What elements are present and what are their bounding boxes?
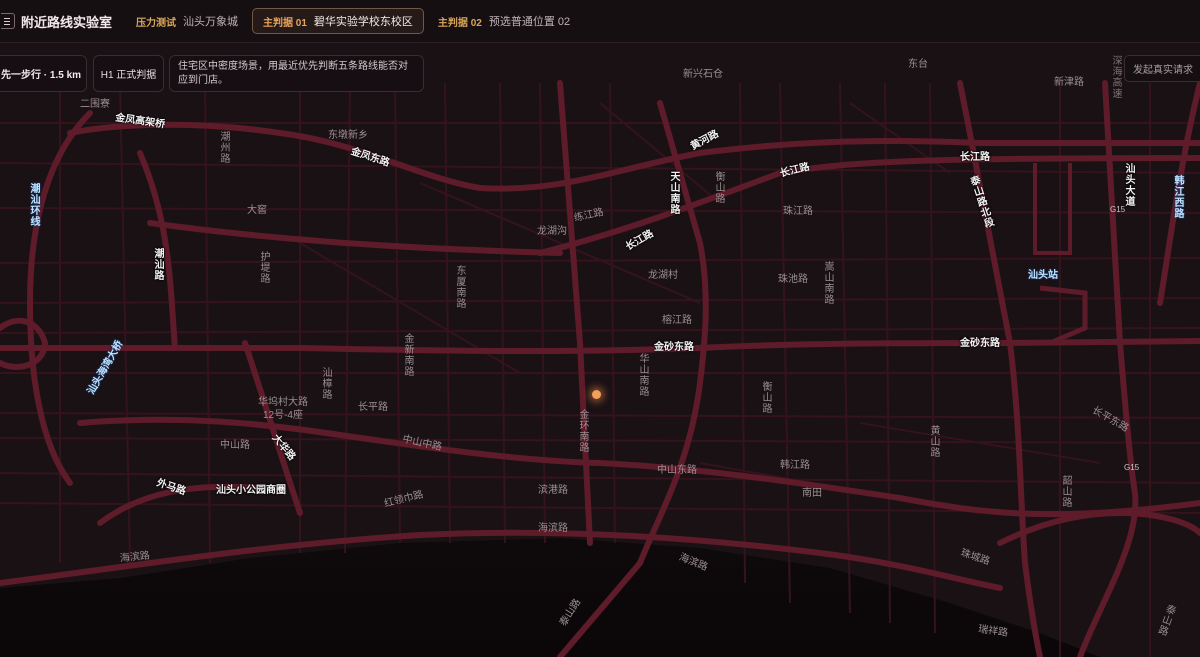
request-button[interactable]: 发起真实请求 (1124, 55, 1200, 82)
label-huashan: 华山南路 (637, 353, 648, 397)
label-dagan: 大窖 (247, 205, 267, 216)
label-changping: 长平路 (358, 402, 388, 413)
label-huyang: 护堤路 (258, 251, 269, 284)
label-dongdun: 东墩新乡 (328, 130, 368, 141)
label-g15-b: G15 (1124, 463, 1140, 472)
label-huangshan: 黄山路 (928, 425, 939, 458)
label-longhugou: 龙湖沟 (537, 226, 567, 237)
label-rongjiang: 榕江路 (662, 315, 692, 326)
label-shenhai: 深海高速 (1110, 55, 1121, 99)
label-dongxia: 东厦南路 (454, 265, 465, 309)
walk-mode-chip[interactable]: 先一步行 · 1.5 km (0, 55, 87, 92)
label-zhongshan: 中山路 (220, 440, 250, 451)
label-zhongshan-east: 中山东路 (657, 465, 697, 476)
label-chaoshan-n: 潮州路 (218, 131, 229, 164)
label-jinxin: 金新南路 (402, 333, 413, 377)
label-tianshan-bridge: 汕头大道 (1123, 163, 1134, 207)
label-tianshan: 天山南路 (668, 171, 679, 215)
chip-value-01: 碧华实验学校东校区 (313, 16, 413, 28)
label-ertu: 二围寮 (80, 99, 110, 110)
chip-value-stress[interactable]: 汕头万象城 (183, 13, 238, 29)
label-chaoshan-hw: 潮汕环线 (28, 183, 39, 227)
label-shantou-station: 汕头站 (1028, 270, 1058, 281)
label-jinhuan: 金环南路 (577, 409, 588, 453)
label-jingan: 韩江西路 (1172, 175, 1183, 219)
label-jinsha-east-1: 金砂东路 (654, 342, 694, 353)
label-haibin-1: 海滨路 (538, 523, 568, 534)
label-zhujiang: 珠江路 (783, 206, 813, 217)
label-xinjin: 新津路 (1054, 77, 1084, 88)
chip-criterion-01[interactable]: 主判据 01 碧华实验学校东校区 (252, 8, 424, 34)
label-jinsha-east-2: 金砂东路 (960, 338, 1000, 349)
label-bingang: 滨港路 (538, 485, 568, 496)
chip-value-02[interactable]: 预选普通位置 02 (489, 13, 570, 29)
label-longhucun: 龙湖村 (648, 270, 678, 281)
label-songshan: 嵩山南路 (822, 261, 833, 305)
road-network (0, 43, 1200, 657)
label-huawu: 华坞村大路 12号-4座 (258, 397, 308, 421)
map-canvas[interactable]: 新兴石仓 东台 新津路 二围寮 金凤高架桥 东墩新乡 金凤东路 潮州路 黄河路 … (0, 43, 1200, 657)
label-nantian: 南田 (802, 488, 822, 499)
location-marker[interactable] (592, 390, 601, 399)
chip-label-02[interactable]: 主判据 02 (438, 14, 482, 29)
label-shaoshan: 韶山路 (1060, 475, 1071, 508)
label-dongtai: 东台 (908, 59, 928, 70)
chip-label-01: 主判据 01 (263, 17, 307, 29)
label-g15-a: G15 (1110, 205, 1126, 214)
label-hanjiang: 韩江路 (780, 460, 810, 471)
scenario-description: 住宅区中密度场景，用最近优先判断五条路线能否对应到门店。 (169, 55, 424, 92)
label-hengshan: 衡山路 (713, 171, 724, 204)
chip-label-stress[interactable]: 压力测试 (136, 14, 176, 29)
judge-chip[interactable]: H1 正式判据 (93, 55, 164, 92)
menu-icon[interactable] (1, 13, 15, 29)
label-shanzhang: 汕樟路 (320, 367, 331, 400)
label-changjiang-2: 长江路 (960, 152, 990, 163)
top-bar: 附近路线实验室 压力测试 汕头万象城 主判据 01 碧华实验学校东校区 主判据 … (0, 0, 1200, 43)
label-xiaogongyuan: 汕头小公园商圈 (216, 485, 286, 496)
label-chaoshan: 潮汕路 (152, 248, 163, 281)
label-zhuchi: 珠池路 (778, 274, 808, 285)
label-hengshan-2: 衡山路 (760, 381, 771, 414)
label-xinxing: 新兴石仓 (683, 69, 723, 80)
app-title: 附近路线实验室 (21, 14, 113, 30)
